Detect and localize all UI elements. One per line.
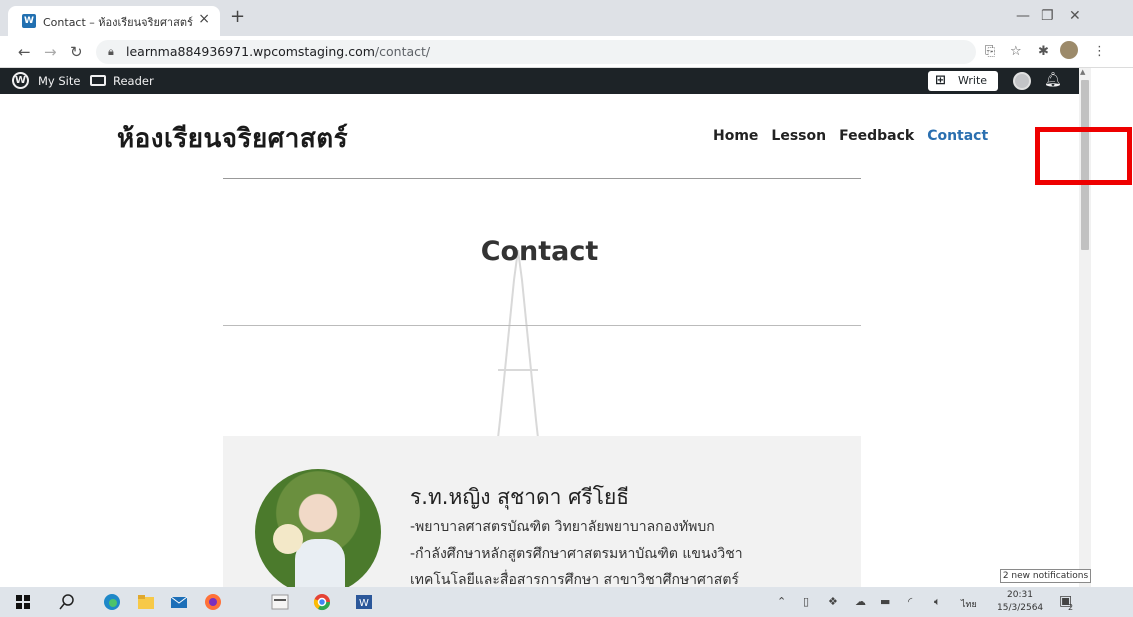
notification-toast[interactable]: 2 new notifications bbox=[1000, 569, 1091, 583]
cloud-icon[interactable]: ☁ bbox=[855, 595, 866, 608]
reader-link[interactable]: Reader bbox=[113, 74, 154, 88]
nav-lesson[interactable]: Lesson bbox=[771, 128, 826, 144]
nav-home[interactable]: Home bbox=[713, 128, 758, 144]
clock-time[interactable]: 20:31 bbox=[1007, 590, 1033, 600]
new-tab-button[interactable]: + bbox=[230, 8, 245, 26]
windows-taskbar: W ⌃ ▯ ❖ ☁ ▬ ◜ 🔈︎ ไทย 20:31 15/3/2564 ▣ 2 bbox=[0, 587, 1133, 617]
browser-tab-active[interactable]: W Contact – ห้องเรียนจริยศาสตร์ × bbox=[8, 6, 220, 36]
menu-kebab-icon[interactable]: ⋮ bbox=[1093, 44, 1106, 59]
tablet-icon[interactable]: ▯ bbox=[803, 595, 809, 608]
lock-icon: 🔒︎ bbox=[108, 45, 114, 58]
restore-button[interactable]: ❐ bbox=[1041, 8, 1054, 24]
wifi-icon[interactable]: ◜ bbox=[908, 595, 912, 608]
reload-icon[interactable]: ↻ bbox=[70, 43, 83, 61]
bookmark-star-icon[interactable]: ☆ bbox=[1010, 44, 1022, 59]
url-text: learnma884936971.wpcomstaging.com/contac… bbox=[126, 44, 430, 59]
profile-avatar[interactable] bbox=[1060, 41, 1078, 59]
wordpress-logo-icon[interactable]: W bbox=[12, 72, 29, 89]
tab-title: Contact – ห้องเรียนจริยศาสตร์ bbox=[43, 16, 193, 29]
my-site-link[interactable]: My Site bbox=[38, 74, 80, 88]
minimize-button[interactable]: — bbox=[1016, 8, 1030, 24]
volume-muted-icon[interactable]: 🔈︎ bbox=[934, 595, 941, 609]
close-window-button[interactable]: ✕ bbox=[1069, 8, 1081, 24]
annotation-highlight-box bbox=[1035, 127, 1132, 185]
translate-icon[interactable]: ⎘ bbox=[985, 44, 995, 59]
battery-icon[interactable]: ▬ bbox=[880, 595, 890, 608]
edge-browser-icon[interactable] bbox=[103, 593, 121, 611]
scroll-up-arrow-icon[interactable]: ▲ bbox=[1080, 68, 1085, 76]
url-host: learnma884936971.wpcomstaging.com bbox=[126, 44, 375, 59]
profile-detail-1: -พยาบาลศาสตรบัณฑิต วิทยาลัยพยาบาลกองทัพบ… bbox=[410, 519, 715, 535]
write-label: Write bbox=[958, 74, 988, 87]
nav-contact[interactable]: Contact bbox=[927, 128, 988, 144]
browser-toolbar: ← → ↻ 🔒︎ learnma884936971.wpcomstaging.c… bbox=[0, 36, 1133, 68]
profile-detail-2: -กำลังศึกษาหลักสูตรศึกษาศาสตรมหาบัณฑิต แ… bbox=[410, 546, 743, 562]
reader-icon[interactable] bbox=[90, 75, 106, 86]
windows-start-icon[interactable] bbox=[14, 593, 32, 611]
mail-icon[interactable] bbox=[170, 593, 188, 611]
write-plus-icon: ⊞ bbox=[935, 73, 946, 88]
amazon-app-icon[interactable] bbox=[271, 593, 289, 611]
wp-admin-bar: W My Site Reader ⊞ Write 🔔︎ bbox=[0, 68, 1079, 94]
site-title[interactable]: ห้องเรียนจริยศาสตร์ bbox=[117, 118, 348, 159]
svg-text:W: W bbox=[359, 598, 369, 609]
nav-feedback[interactable]: Feedback bbox=[839, 128, 914, 144]
chrome-icon[interactable] bbox=[313, 593, 331, 611]
input-language[interactable]: ไทย bbox=[961, 597, 977, 611]
write-button[interactable]: ⊞ Write bbox=[928, 71, 998, 91]
search-icon[interactable] bbox=[58, 593, 76, 611]
header-divider bbox=[223, 178, 861, 179]
word-icon[interactable]: W bbox=[355, 593, 373, 611]
browser-tab-strip: W Contact – ห้องเรียนจริยศาสตร์ × + — ❐ … bbox=[0, 0, 1133, 36]
forward-arrow-icon[interactable]: → bbox=[44, 43, 57, 61]
profile-name: ร.ท.หญิง สุชาดา ศรีโยธี bbox=[410, 485, 630, 509]
action-center-badge: 2 bbox=[1068, 603, 1074, 612]
back-arrow-icon[interactable]: ← bbox=[18, 43, 31, 61]
file-explorer-icon[interactable] bbox=[137, 593, 155, 611]
address-bar[interactable]: 🔒︎ learnma884936971.wpcomstaging.com/con… bbox=[96, 40, 976, 64]
dropbox-icon[interactable]: ❖ bbox=[828, 595, 838, 608]
photo-flowers bbox=[273, 524, 303, 554]
main-navigation: Home Lesson Feedback Contact bbox=[713, 128, 988, 144]
title-divider bbox=[223, 325, 861, 326]
url-path: /contact/ bbox=[374, 44, 431, 59]
user-avatar[interactable] bbox=[1013, 72, 1031, 90]
firefox-icon[interactable] bbox=[204, 593, 222, 611]
notifications-bell-icon[interactable]: 🔔︎ bbox=[1044, 72, 1062, 88]
profile-card: ร.ท.หญิง สุชาดา ศรีโยธี -พยาบาลศาสตรบัณฑ… bbox=[223, 436, 861, 596]
tab-close-icon[interactable]: × bbox=[198, 11, 210, 27]
page-title: Contact bbox=[480, 236, 599, 267]
profile-photo bbox=[255, 469, 381, 595]
extensions-icon[interactable]: ✱ bbox=[1038, 44, 1049, 59]
chevron-up-icon[interactable]: ⌃ bbox=[777, 595, 786, 608]
wordpress-favicon-icon: W bbox=[22, 14, 36, 28]
clock-date[interactable]: 15/3/2564 bbox=[997, 603, 1043, 613]
